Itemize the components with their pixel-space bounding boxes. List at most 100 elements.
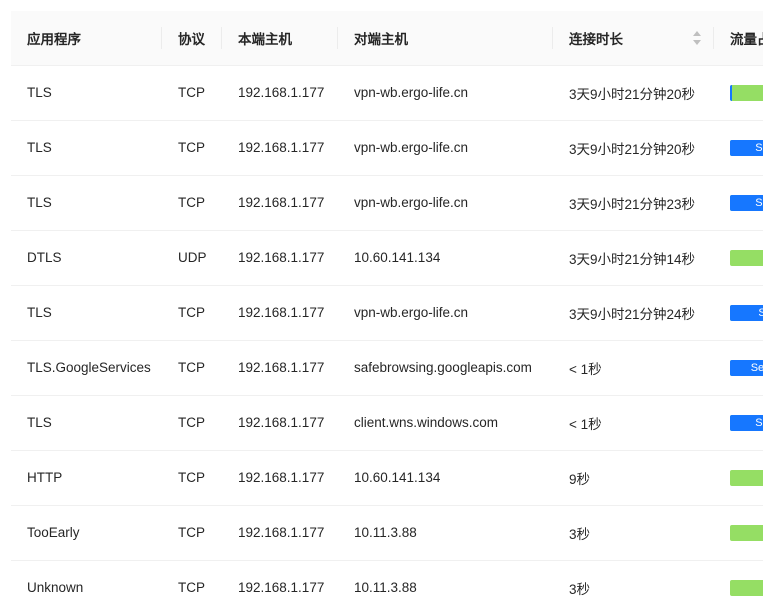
table-row[interactable]: Unknown TCP 192.168.1.177 10.11.3.88 3秒 <box>11 560 763 611</box>
app-cell: TLS.GoogleServices <box>11 340 162 396</box>
local-host-cell: 192.168.1.177 <box>222 175 338 231</box>
column-header-duration-label: 连接时长 <box>569 31 623 47</box>
traffic-cell <box>714 230 763 286</box>
table-body: TLS TCP 192.168.1.177 vpn-wb.ergo-life.cn 3天… <box>11 65 763 611</box>
duration-cell: < 1秒 <box>553 395 714 451</box>
traffic-ratio-fill: Se <box>730 414 763 431</box>
column-header-app[interactable]: 应用程序 <box>11 11 162 66</box>
traffic-ratio-bar <box>730 524 763 541</box>
traffic-ratio-bar: Se <box>730 194 763 211</box>
duration-cell: 3天9小时21分钟20秒 <box>553 120 714 176</box>
protocol-cell: TCP <box>162 120 222 176</box>
table-row[interactable]: TLS TCP 192.168.1.177 vpn-wb.ergo-life.cn 3天… <box>11 175 763 231</box>
column-header-duration[interactable]: 连接时长 <box>553 11 714 66</box>
app-cell: HTTP <box>11 450 162 506</box>
table-row[interactable]: TLS TCP 192.168.1.177 vpn-wb.ergo-life.cn 3天… <box>11 285 763 341</box>
column-header-remote-host-label: 对端主机 <box>354 31 408 47</box>
table-row[interactable]: TLS.GoogleServices TCP 192.168.1.177 safebr… <box>11 340 763 396</box>
column-header-local-host-label: 本端主机 <box>238 31 292 47</box>
remote-host-cell: 10.11.3.88 <box>338 560 553 611</box>
column-header-local-host[interactable]: 本端主机 <box>222 11 338 66</box>
traffic-cell <box>714 560 763 611</box>
column-header-app-label: 应用程序 <box>27 31 81 47</box>
traffic-ratio-fill <box>730 84 732 101</box>
sort-caret-icon[interactable] <box>692 30 702 46</box>
table-header-row: 应用程序 协议 本端主机 对端主机 连接时长 流量占比 <box>11 11 763 66</box>
protocol-cell: TCP <box>162 175 222 231</box>
table-row[interactable]: TLS TCP 192.168.1.177 client.wns.windows.co… <box>11 395 763 451</box>
traffic-ratio-bar <box>730 469 763 486</box>
protocol-cell: TCP <box>162 395 222 451</box>
app-cell: TooEarly <box>11 505 162 561</box>
table-row[interactable]: TLS TCP 192.168.1.177 vpn-wb.ergo-life.cn 3天… <box>11 65 763 121</box>
protocol-cell: TCP <box>162 340 222 396</box>
remote-host-cell: 10.60.141.134 <box>338 230 553 286</box>
traffic-cell: S <box>714 285 763 341</box>
column-header-protocol[interactable]: 协议 <box>162 11 222 66</box>
app-cell: TLS <box>11 120 162 176</box>
remote-host-cell: client.wns.windows.com <box>338 395 553 451</box>
traffic-ratio-fill: Serv <box>730 359 763 376</box>
connections-table-container: 应用程序 协议 本端主机 对端主机 连接时长 流量占比 TLSTCP192.16… <box>11 11 763 611</box>
protocol-cell: TCP <box>162 560 222 611</box>
remote-host-cell: vpn-wb.ergo-life.cn <box>338 285 553 341</box>
traffic-ratio-bar: S <box>730 304 763 321</box>
traffic-cell: Se <box>714 120 763 176</box>
table-row[interactable]: TLS TCP 192.168.1.177 vpn-wb.ergo-life.cn 3天… <box>11 120 763 176</box>
local-host-cell: 192.168.1.177 <box>222 230 338 286</box>
duration-cell: 3天9小时21分钟20秒 <box>553 65 714 121</box>
local-host-cell: 192.168.1.177 <box>222 65 338 121</box>
duration-cell: 3秒 <box>553 560 714 611</box>
duration-cell: 3秒 <box>553 505 714 561</box>
protocol-cell: TCP <box>162 65 222 121</box>
traffic-ratio-bar <box>730 249 763 266</box>
duration-cell: < 1秒 <box>553 340 714 396</box>
traffic-ratio-bar <box>730 579 763 596</box>
traffic-ratio-fill: Se <box>730 139 763 156</box>
app-cell: TLS <box>11 395 162 451</box>
table-row[interactable]: HTTP TCP 192.168.1.177 10.60.141.134 9秒 <box>11 450 763 506</box>
connections-table: 应用程序 协议 本端主机 对端主机 连接时长 流量占比 TLSTCP192.16… <box>11 11 763 611</box>
local-host-cell: 192.168.1.177 <box>222 450 338 506</box>
protocol-cell: TCP <box>162 285 222 341</box>
column-header-traffic-label: 流量占比 <box>730 31 763 47</box>
local-host-cell: 192.168.1.177 <box>222 120 338 176</box>
remote-host-cell: 10.11.3.88 <box>338 505 553 561</box>
traffic-ratio-fill: S <box>730 304 763 321</box>
traffic-cell <box>714 65 763 121</box>
table-row[interactable]: TooEarly TCP 192.168.1.177 10.11.3.88 3秒 <box>11 505 763 561</box>
duration-cell: 9秒 <box>553 450 714 506</box>
remote-host-cell: safebrowsing.googleapis.com <box>338 340 553 396</box>
traffic-ratio-bar: Serv <box>730 359 763 376</box>
protocol-cell: UDP <box>162 230 222 286</box>
traffic-cell: Serv <box>714 340 763 396</box>
protocol-cell: TCP <box>162 505 222 561</box>
traffic-ratio-fill: Se <box>730 194 763 211</box>
traffic-ratio-bar: Se <box>730 414 763 431</box>
remote-host-cell: vpn-wb.ergo-life.cn <box>338 175 553 231</box>
traffic-ratio-bar <box>730 84 763 101</box>
local-host-cell: 192.168.1.177 <box>222 505 338 561</box>
app-cell: TLS <box>11 175 162 231</box>
app-cell: Unknown <box>11 560 162 611</box>
protocol-cell: TCP <box>162 450 222 506</box>
duration-cell: 3天9小时21分钟24秒 <box>553 285 714 341</box>
local-host-cell: 192.168.1.177 <box>222 395 338 451</box>
traffic-ratio-bar: Se <box>730 139 763 156</box>
remote-host-cell: vpn-wb.ergo-life.cn <box>338 120 553 176</box>
app-cell: DTLS <box>11 230 162 286</box>
traffic-cell <box>714 450 763 506</box>
table-row[interactable]: DTLS UDP 192.168.1.177 10.60.141.134 3天9小时21… <box>11 230 763 286</box>
traffic-cell <box>714 505 763 561</box>
column-header-protocol-label: 协议 <box>178 31 205 47</box>
column-header-remote-host[interactable]: 对端主机 <box>338 11 553 66</box>
column-header-traffic[interactable]: 流量占比 <box>714 11 763 66</box>
remote-host-cell: 10.60.141.134 <box>338 450 553 506</box>
traffic-cell: Se <box>714 175 763 231</box>
duration-cell: 3天9小时21分钟23秒 <box>553 175 714 231</box>
duration-cell: 3天9小时21分钟14秒 <box>553 230 714 286</box>
local-host-cell: 192.168.1.177 <box>222 285 338 341</box>
app-cell: TLS <box>11 285 162 341</box>
local-host-cell: 192.168.1.177 <box>222 560 338 611</box>
local-host-cell: 192.168.1.177 <box>222 340 338 396</box>
